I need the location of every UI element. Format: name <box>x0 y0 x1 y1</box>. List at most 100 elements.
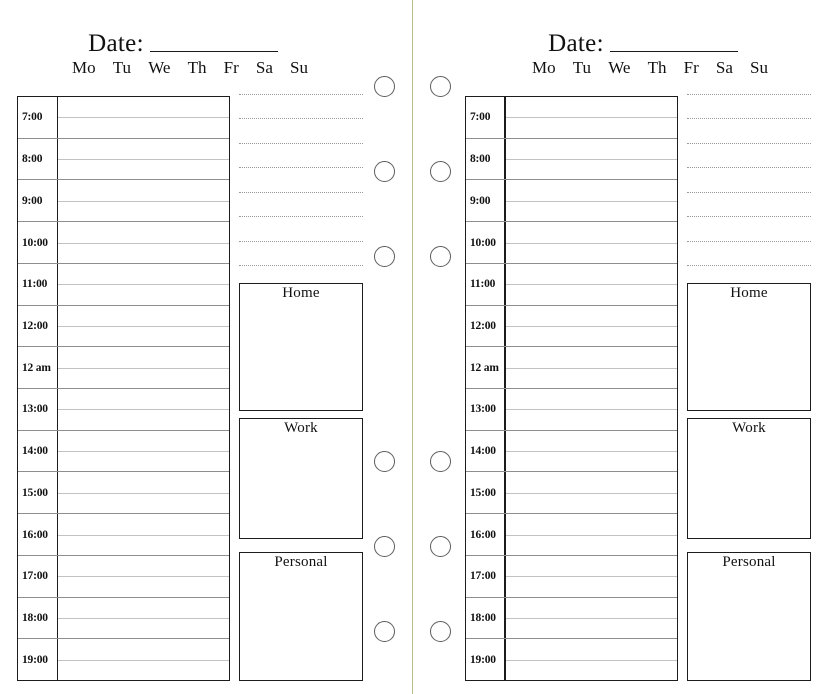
schedule-entry-field[interactable] <box>506 139 677 180</box>
ring-hole <box>430 76 451 97</box>
ring-hole <box>374 536 395 557</box>
schedule-entry-field[interactable] <box>58 514 229 555</box>
weekday-sa[interactable]: Sa <box>716 58 733 78</box>
time-label: 18:00 <box>466 597 506 639</box>
weekday-th[interactable]: Th <box>188 58 207 78</box>
time-label: 15:00 <box>466 472 506 514</box>
weekday-we[interactable]: We <box>608 58 630 78</box>
category-box-home[interactable]: Home <box>687 283 811 411</box>
schedule-entry-field[interactable] <box>58 556 229 597</box>
schedule-row: 11:00 <box>18 263 229 306</box>
ring-hole <box>430 161 451 182</box>
schedule-entry-field[interactable] <box>58 139 229 180</box>
category-box-personal[interactable]: Personal <box>239 552 363 681</box>
category-title: Work <box>284 420 318 436</box>
schedule-grid-right: 7:00 8:00 9:00 10:00 11:00 12:00 12 am 1… <box>465 96 678 681</box>
schedule-entry-field[interactable] <box>506 639 677 680</box>
schedule-row: 9:00 <box>18 180 229 223</box>
date-input-rule[interactable] <box>149 51 278 52</box>
ring-hole <box>430 246 451 267</box>
schedule-entry-field[interactable] <box>506 556 677 597</box>
schedule-row: 12 am <box>466 347 677 390</box>
weekday-th[interactable]: Th <box>648 58 667 78</box>
note-line[interactable] <box>687 264 811 266</box>
note-line[interactable] <box>687 94 811 95</box>
schedule-entry-field[interactable] <box>58 389 229 430</box>
weekday-sa[interactable]: Sa <box>256 58 273 78</box>
note-line[interactable] <box>687 118 811 120</box>
time-label: 12 am <box>18 347 58 389</box>
weekday-su[interactable]: Su <box>290 58 308 78</box>
time-label: 17:00 <box>466 555 506 597</box>
note-line[interactable] <box>687 167 811 169</box>
note-line[interactable] <box>239 118 363 120</box>
schedule-entry-field[interactable] <box>58 347 229 388</box>
weekday-tu[interactable]: Tu <box>573 58 591 78</box>
schedule-entry-field[interactable] <box>506 472 677 513</box>
note-line[interactable] <box>239 216 363 218</box>
schedule-entry-field[interactable] <box>58 598 229 639</box>
schedule-row: 12:00 <box>466 305 677 348</box>
weekday-fr[interactable]: Fr <box>684 58 699 78</box>
category-box-work[interactable]: Work <box>239 418 363 539</box>
weekday-fr[interactable]: Fr <box>224 58 239 78</box>
schedule-row: 7:00 <box>18 97 229 139</box>
schedule-row: 18:00 <box>466 597 677 640</box>
time-label: 7:00 <box>18 97 58 138</box>
schedule-entry-field[interactable] <box>506 97 677 138</box>
date-field-right[interactable]: Date: <box>460 26 826 56</box>
schedule-entry-field[interactable] <box>506 347 677 388</box>
notes-lines-right[interactable] <box>687 94 811 266</box>
schedule-row: 10:00 <box>18 222 229 264</box>
schedule-entry-field[interactable] <box>58 97 229 138</box>
notes-lines-left[interactable] <box>239 94 363 266</box>
category-box-personal[interactable]: Personal <box>687 552 811 681</box>
note-line[interactable] <box>239 191 363 193</box>
note-line[interactable] <box>239 142 363 144</box>
category-box-work[interactable]: Work <box>687 418 811 539</box>
note-line[interactable] <box>239 240 363 242</box>
schedule-entry-field[interactable] <box>506 180 677 221</box>
note-line[interactable] <box>239 264 363 266</box>
schedule-entry-field[interactable] <box>58 431 229 472</box>
schedule-row: 7:00 <box>466 97 677 139</box>
weekday-mo[interactable]: Mo <box>72 58 96 78</box>
weekday-su[interactable]: Su <box>750 58 768 78</box>
schedule-entry-field[interactable] <box>506 598 677 639</box>
schedule-entry-field[interactable] <box>58 180 229 221</box>
schedule-entry-field[interactable] <box>506 514 677 555</box>
note-line[interactable] <box>687 191 811 193</box>
time-label: 13:00 <box>466 389 506 430</box>
page-divider-line <box>412 0 413 694</box>
schedule-entry-field[interactable] <box>506 264 677 305</box>
date-field-left[interactable]: Date: <box>0 26 366 56</box>
time-label: 11:00 <box>466 263 506 305</box>
schedule-entry-field[interactable] <box>506 222 677 263</box>
schedule-entry-field[interactable] <box>58 472 229 513</box>
schedule-entry-field[interactable] <box>58 306 229 347</box>
schedule-entry-field[interactable] <box>506 389 677 430</box>
weekday-mo[interactable]: Mo <box>532 58 556 78</box>
schedule-row: 19:00 <box>466 639 677 681</box>
schedule-row: 12 am <box>18 347 229 390</box>
schedule-row: 9:00 <box>466 180 677 223</box>
note-line[interactable] <box>687 240 811 242</box>
note-line[interactable] <box>687 216 811 218</box>
note-line[interactable] <box>239 167 363 169</box>
schedule-entry-field[interactable] <box>58 639 229 680</box>
schedule-row: 14:00 <box>466 430 677 473</box>
schedule-entry-field[interactable] <box>506 306 677 347</box>
category-title: Home <box>730 285 768 301</box>
category-box-home[interactable]: Home <box>239 283 363 411</box>
time-label: 16:00 <box>466 514 506 555</box>
weekday-tu[interactable]: Tu <box>113 58 131 78</box>
ring-hole <box>374 621 395 642</box>
category-title: Home <box>282 285 320 301</box>
note-line[interactable] <box>239 94 363 95</box>
schedule-entry-field[interactable] <box>506 431 677 472</box>
schedule-entry-field[interactable] <box>58 264 229 305</box>
weekday-we[interactable]: We <box>148 58 170 78</box>
date-input-rule[interactable] <box>609 51 738 52</box>
schedule-entry-field[interactable] <box>58 222 229 263</box>
note-line[interactable] <box>687 142 811 144</box>
